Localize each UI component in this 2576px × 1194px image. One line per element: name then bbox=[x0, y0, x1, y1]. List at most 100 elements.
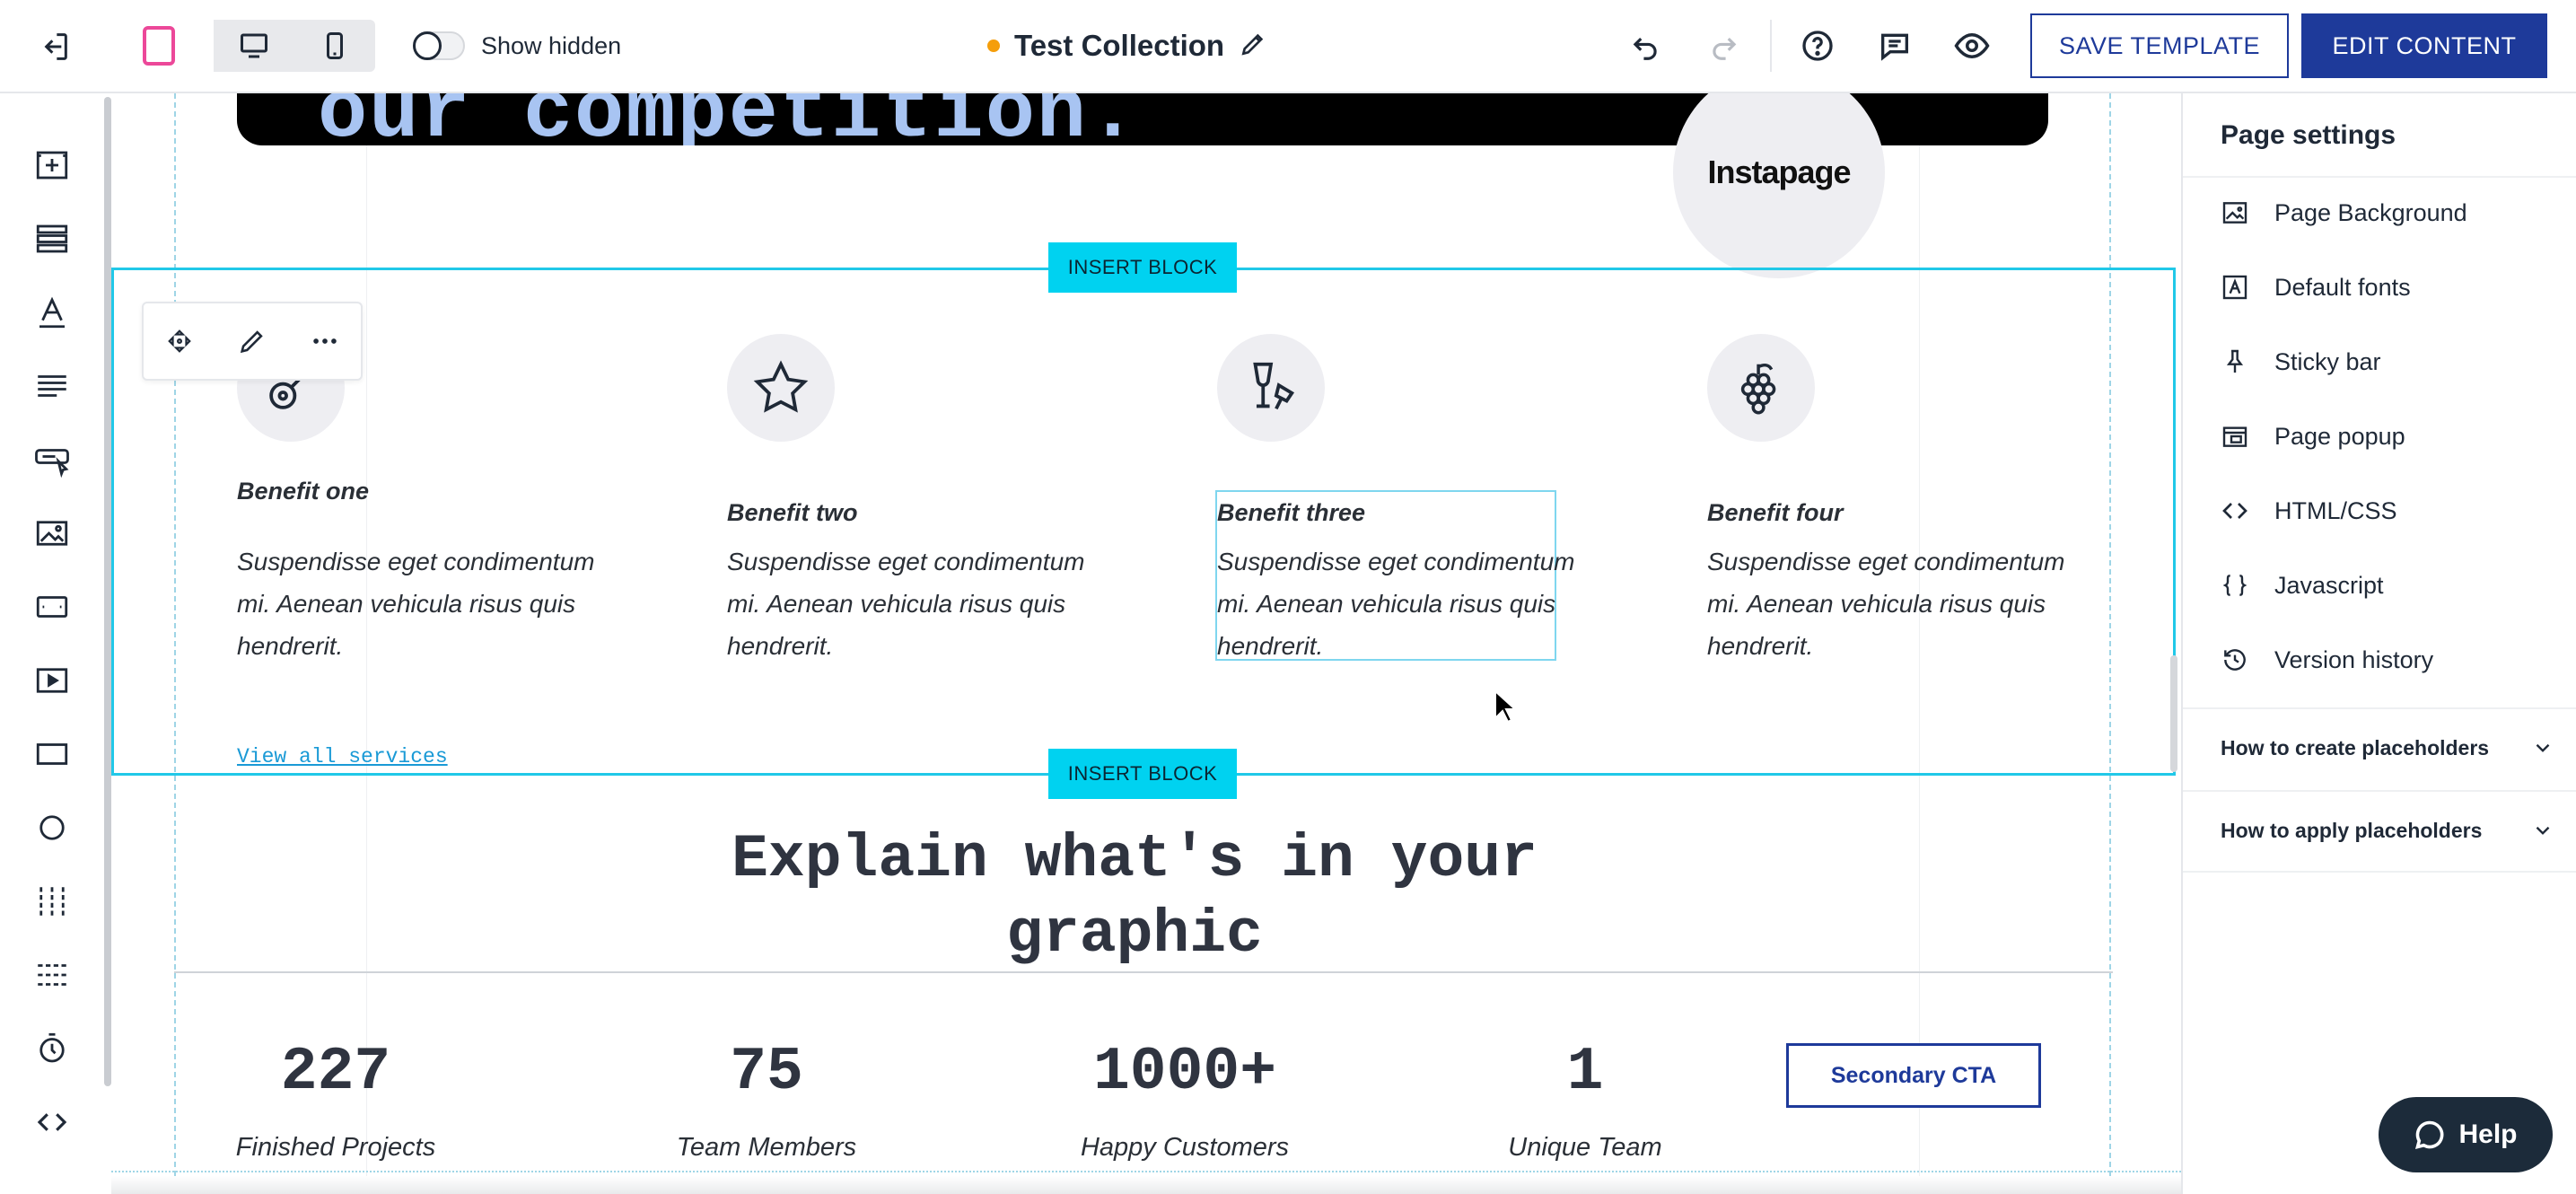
accordion-apply-placeholders[interactable]: How to apply placeholders bbox=[2183, 790, 2576, 873]
divider-icon[interactable] bbox=[25, 948, 79, 1002]
move-icon[interactable] bbox=[154, 316, 205, 366]
image-icon bbox=[2222, 202, 2247, 224]
accordion-label: How to create placeholders bbox=[2221, 736, 2490, 759]
page-settings-panel: Page settings Page Background Default fo… bbox=[2181, 93, 2576, 1194]
help-button[interactable]: Help bbox=[2379, 1097, 2553, 1172]
form-icon[interactable] bbox=[25, 580, 79, 634]
document-title: Test Collection bbox=[987, 22, 1267, 70]
show-hidden-label: Show hidden bbox=[481, 31, 622, 59]
stat-value: 1 bbox=[1566, 1038, 1604, 1107]
button-icon[interactable] bbox=[25, 433, 79, 487]
video-icon[interactable] bbox=[25, 654, 79, 707]
section-divider bbox=[174, 971, 2113, 973]
mouse-cursor-icon bbox=[1494, 689, 1517, 724]
exit-icon[interactable] bbox=[32, 25, 75, 68]
star-icon bbox=[727, 334, 835, 442]
sections-icon[interactable] bbox=[25, 212, 79, 266]
code-icon[interactable] bbox=[25, 1095, 79, 1149]
setting-html-css[interactable]: HTML/CSS bbox=[2221, 488, 2397, 533]
element-toolbar bbox=[0, 93, 106, 1194]
view-all-services-link[interactable]: View all services bbox=[237, 745, 448, 768]
setting-label: Javascript bbox=[2274, 571, 2384, 599]
chevron-down-icon bbox=[2536, 826, 2550, 835]
pin-icon bbox=[2226, 349, 2244, 373]
edit-pencil-icon[interactable] bbox=[227, 316, 277, 366]
help-circle-icon[interactable] bbox=[1795, 23, 1840, 68]
add-section-icon[interactable] bbox=[25, 138, 79, 192]
image-icon[interactable] bbox=[25, 506, 79, 560]
font-icon bbox=[2222, 275, 2247, 300]
show-hidden-toggle[interactable]: Show hidden bbox=[413, 25, 621, 66]
insert-block-button-bottom[interactable]: INSERT BLOCK bbox=[1048, 749, 1237, 799]
benefit-body: Suspendisse eget condimentum mi. Aenean … bbox=[727, 548, 1085, 660]
columns-icon[interactable] bbox=[25, 874, 79, 928]
popup-icon bbox=[2222, 426, 2247, 447]
wine-glasses-icon bbox=[1217, 334, 1325, 442]
block-toolbar bbox=[142, 302, 363, 381]
edit-content-button[interactable]: EDIT CONTENT bbox=[2301, 13, 2547, 78]
toggle-switch[interactable] bbox=[413, 31, 465, 60]
more-options-icon[interactable] bbox=[300, 316, 350, 366]
braces-icon bbox=[2222, 575, 2247, 596]
stat-value: 1000+ bbox=[1092, 1038, 1277, 1107]
pencil-icon[interactable] bbox=[1239, 30, 1267, 63]
toolbar-divider bbox=[1770, 20, 1772, 72]
accordion-label: How to apply placeholders bbox=[2221, 819, 2483, 842]
undo-icon[interactable] bbox=[1623, 23, 1668, 68]
benefit-title: Benefit four bbox=[1707, 499, 1844, 526]
rail-scrollbar[interactable] bbox=[104, 97, 111, 1086]
stat-label: Happy Customers bbox=[1080, 1133, 1290, 1162]
setting-sticky-bar[interactable]: Sticky bar bbox=[2221, 339, 2381, 384]
help-label: Help bbox=[2458, 1119, 2518, 1149]
box-icon[interactable] bbox=[25, 727, 79, 781]
page-type-icon[interactable] bbox=[136, 20, 181, 72]
setting-label: Page popup bbox=[2274, 422, 2405, 450]
code-icon bbox=[2222, 503, 2247, 519]
desktop-view-button[interactable] bbox=[214, 20, 294, 72]
setting-label: Default fonts bbox=[2274, 273, 2411, 301]
benefit-body[interactable]: Suspendisse eget condimentum mi. Aenean … bbox=[1217, 540, 1576, 667]
editor-canvas[interactable]: our competition. Instapage INSERT BLOCK … bbox=[111, 93, 2181, 1194]
secondary-cta-button[interactable]: Secondary CTA bbox=[1786, 1043, 2041, 1108]
setting-default-fonts[interactable]: Default fonts bbox=[2221, 265, 2411, 310]
hero-heading: our competition. bbox=[318, 93, 1140, 145]
accordion-create-placeholders[interactable]: How to create placeholders bbox=[2183, 707, 2576, 790]
text-icon[interactable] bbox=[25, 285, 79, 339]
save-template-button[interactable]: SAVE TEMPLATE bbox=[2030, 13, 2289, 78]
benefit-title[interactable]: Benefit three bbox=[1217, 499, 1365, 527]
redo-icon[interactable] bbox=[1702, 23, 1747, 68]
paragraph-icon[interactable] bbox=[25, 359, 79, 413]
setting-label: HTML/CSS bbox=[2274, 496, 2397, 524]
setting-javascript[interactable]: Javascript bbox=[2221, 563, 2384, 608]
insert-block-button-top[interactable]: INSERT BLOCK bbox=[1048, 242, 1237, 293]
stat-value: 75 bbox=[730, 1038, 803, 1107]
history-icon bbox=[2224, 649, 2246, 671]
setting-label: Version history bbox=[2274, 645, 2434, 673]
device-toggle bbox=[214, 20, 375, 72]
preview-eye-icon[interactable] bbox=[1950, 23, 1994, 68]
setting-label: Sticky bar bbox=[2274, 347, 2381, 375]
benefit-body: Suspendisse eget condimentum mi. Aenean … bbox=[1707, 548, 2065, 660]
stat-value: 227 bbox=[280, 1038, 391, 1107]
chevron-down-icon bbox=[2536, 743, 2550, 752]
circle-icon[interactable] bbox=[25, 801, 79, 855]
setting-version-history[interactable]: Version history bbox=[2221, 637, 2433, 682]
doc-title-text: Test Collection bbox=[1014, 29, 1225, 62]
setting-page-popup[interactable]: Page popup bbox=[2221, 414, 2405, 459]
setting-page-background[interactable]: Page Background bbox=[2221, 190, 2467, 235]
stat-label: Unique Team bbox=[1508, 1133, 1662, 1162]
unsaved-indicator bbox=[987, 40, 1000, 52]
benefit-title: Benefit one bbox=[237, 478, 370, 505]
page-shadow bbox=[111, 1176, 2181, 1194]
logo-text: Instapage bbox=[1707, 154, 1851, 190]
selected-benefits-block[interactable] bbox=[111, 268, 2176, 776]
stat-label: Finished Projects bbox=[235, 1133, 436, 1162]
panel-title: Page settings bbox=[2221, 120, 2396, 150]
timer-icon[interactable] bbox=[25, 1022, 79, 1075]
canvas-scrollbar[interactable] bbox=[2170, 655, 2177, 772]
comments-icon[interactable] bbox=[1872, 23, 1917, 68]
setting-label: Page Background bbox=[2274, 198, 2467, 226]
mobile-view-button[interactable] bbox=[294, 20, 375, 72]
chat-bubble-icon bbox=[2415, 1120, 2444, 1150]
panel-divider bbox=[2183, 176, 2576, 178]
